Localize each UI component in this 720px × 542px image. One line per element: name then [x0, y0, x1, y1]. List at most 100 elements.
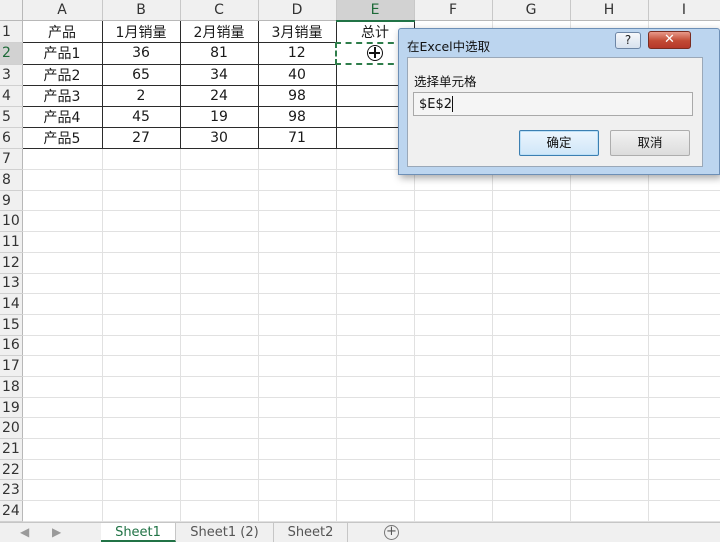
- cell-a8[interactable]: [22, 169, 103, 191]
- cell-c20[interactable]: [180, 417, 259, 440]
- cell-a18[interactable]: [22, 376, 103, 398]
- cell-i12[interactable]: [648, 252, 720, 274]
- cell-c19[interactable]: [180, 397, 259, 419]
- cell-a1[interactable]: 产品: [21, 20, 103, 44]
- cell-b13[interactable]: [102, 273, 181, 295]
- cell-b16[interactable]: [102, 335, 181, 357]
- cell-i14[interactable]: [648, 293, 720, 315]
- cell-b14[interactable]: [102, 293, 181, 315]
- cell-g24[interactable]: [492, 500, 571, 522]
- cell-f15[interactable]: [414, 314, 493, 336]
- cell-e16[interactable]: [336, 335, 415, 357]
- cell-h13[interactable]: [570, 273, 649, 295]
- cell-e9[interactable]: [336, 190, 415, 212]
- cell-b18[interactable]: [102, 376, 181, 398]
- cell-a12[interactable]: [22, 252, 103, 274]
- cell-e24[interactable]: [336, 500, 415, 522]
- cell-c13[interactable]: [180, 273, 259, 295]
- cell-d10[interactable]: [258, 210, 337, 233]
- row-header-20[interactable]: 20: [0, 417, 23, 440]
- cell-d6[interactable]: 71: [257, 127, 337, 150]
- cell-d12[interactable]: [258, 252, 337, 274]
- cell-b2[interactable]: 36: [101, 42, 181, 65]
- cell-i13[interactable]: [648, 273, 720, 295]
- dialog-titlebar[interactable]: 在Excel中选取 ? ✕: [399, 29, 719, 57]
- cell-i24[interactable]: [648, 500, 720, 522]
- row-header-22[interactable]: 22: [0, 459, 23, 481]
- cell-b24[interactable]: [102, 500, 181, 522]
- cell-b9[interactable]: [102, 190, 181, 212]
- row-header-5[interactable]: 5: [0, 106, 23, 129]
- cell-f23[interactable]: [414, 479, 493, 502]
- cell-f14[interactable]: [414, 293, 493, 315]
- cell-c23[interactable]: [180, 479, 259, 502]
- cell-a10[interactable]: [22, 210, 103, 233]
- cell-e13[interactable]: [336, 273, 415, 295]
- cell-c12[interactable]: [180, 252, 259, 274]
- column-header-f[interactable]: F: [414, 0, 493, 22]
- cell-h20[interactable]: [570, 417, 649, 440]
- cell-a7[interactable]: [22, 148, 103, 171]
- cell-a20[interactable]: [22, 417, 103, 440]
- cell-d2[interactable]: 12: [257, 42, 337, 65]
- cell-i22[interactable]: [648, 459, 720, 481]
- cell-b7[interactable]: [102, 148, 181, 171]
- column-header-d[interactable]: D: [258, 0, 337, 22]
- cell-c22[interactable]: [180, 459, 259, 481]
- cell-c1[interactable]: 2月销量: [179, 20, 259, 44]
- cell-b3[interactable]: 65: [101, 63, 181, 86]
- row-header-9[interactable]: 9: [0, 190, 23, 212]
- cell-a19[interactable]: [22, 397, 103, 419]
- row-header-13[interactable]: 13: [0, 273, 23, 295]
- cell-i20[interactable]: [648, 417, 720, 440]
- cell-a4[interactable]: 产品3: [21, 84, 103, 108]
- cell-h14[interactable]: [570, 293, 649, 315]
- cell-d20[interactable]: [258, 417, 337, 440]
- cell-b1[interactable]: 1月销量: [101, 20, 181, 44]
- cell-h18[interactable]: [570, 376, 649, 398]
- column-header-g[interactable]: G: [492, 0, 571, 22]
- column-header-c[interactable]: C: [180, 0, 259, 22]
- cell-b6[interactable]: 27: [101, 127, 181, 150]
- cell-e10[interactable]: [336, 210, 415, 233]
- cell-c8[interactable]: [180, 169, 259, 191]
- cell-f9[interactable]: [414, 190, 493, 212]
- cell-g22[interactable]: [492, 459, 571, 481]
- column-header-i[interactable]: I: [648, 0, 720, 22]
- cell-i19[interactable]: [648, 397, 720, 419]
- cell-g9[interactable]: [492, 190, 571, 212]
- cell-c7[interactable]: [180, 148, 259, 171]
- cell-f17[interactable]: [414, 355, 493, 377]
- cell-d13[interactable]: [258, 273, 337, 295]
- cell-d15[interactable]: [258, 314, 337, 336]
- cell-a24[interactable]: [22, 500, 103, 522]
- cell-c5[interactable]: 19: [179, 105, 259, 129]
- cell-f12[interactable]: [414, 252, 493, 274]
- cell-c14[interactable]: [180, 293, 259, 315]
- cell-g16[interactable]: [492, 335, 571, 357]
- tab-scroll-left-icon[interactable]: ◀: [20, 525, 29, 539]
- cell-b11[interactable]: [102, 231, 181, 253]
- cancel-button[interactable]: 取消: [610, 130, 690, 156]
- add-sheet-icon[interactable]: +: [384, 525, 399, 540]
- cell-c17[interactable]: [180, 355, 259, 377]
- cell-d22[interactable]: [258, 459, 337, 481]
- cell-d19[interactable]: [258, 397, 337, 419]
- cell-g11[interactable]: [492, 231, 571, 253]
- cell-d1[interactable]: 3月销量: [257, 20, 337, 44]
- row-header-14[interactable]: 14: [0, 293, 23, 315]
- cell-g13[interactable]: [492, 273, 571, 295]
- cell-d5[interactable]: 98: [257, 105, 337, 129]
- cell-e14[interactable]: [336, 293, 415, 315]
- cell-d17[interactable]: [258, 355, 337, 377]
- column-header-e[interactable]: E: [336, 0, 415, 22]
- cell-e22[interactable]: [336, 459, 415, 481]
- tab-sheet1-2[interactable]: Sheet1 (2): [176, 523, 274, 542]
- row-header-15[interactable]: 15: [0, 314, 23, 336]
- cell-f11[interactable]: [414, 231, 493, 253]
- cell-g18[interactable]: [492, 376, 571, 398]
- cell-f19[interactable]: [414, 397, 493, 419]
- cell-a21[interactable]: [22, 438, 103, 460]
- cell-f18[interactable]: [414, 376, 493, 398]
- cell-b5[interactable]: 45: [101, 105, 181, 129]
